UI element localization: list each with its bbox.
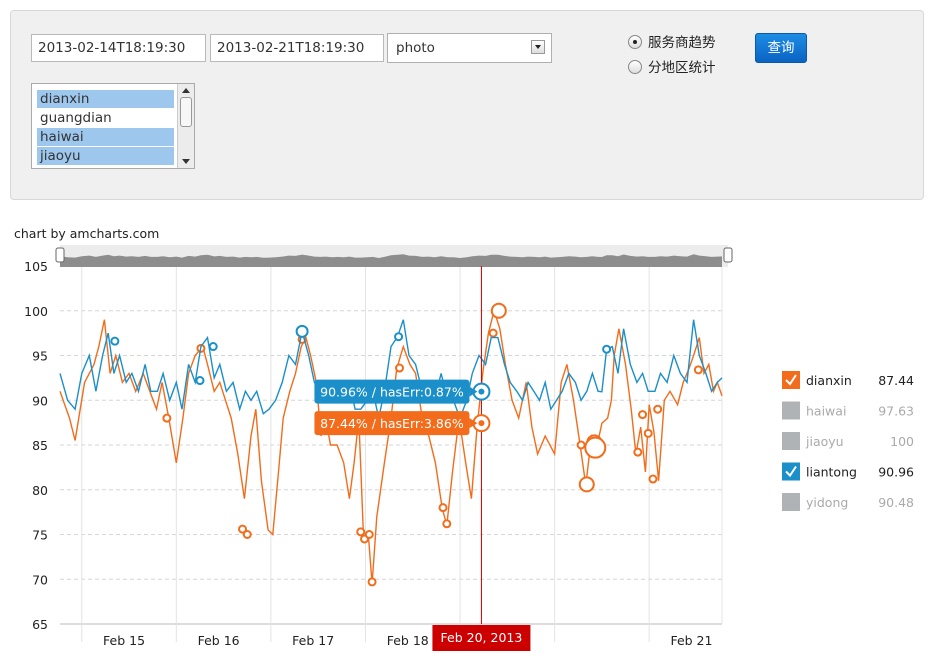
- legend-label: haiwai: [806, 404, 846, 419]
- cursor-label: Feb 20, 2013: [441, 630, 523, 645]
- data-point: [394, 332, 404, 342]
- legend-item-liantong[interactable]: liantong 90.96: [782, 462, 914, 481]
- x-axis: Feb 15Feb 16Feb 17Feb 18Feb 19Feb 21: [103, 633, 712, 648]
- chart-legend: dianxin 87.44 haiwai 97.63 jiaoyu 100 liantong…: [782, 371, 914, 511]
- data-point: [110, 336, 120, 346]
- y-tick-label: 95: [32, 349, 48, 364]
- legend-item-dianxin[interactable]: dianxin 87.44: [782, 371, 914, 389]
- data-point: [490, 302, 507, 319]
- y-tick-label: 75: [32, 528, 48, 543]
- data-point: [208, 342, 218, 352]
- chart-grid: [60, 266, 723, 642]
- legend-value: 90.96: [878, 465, 914, 480]
- x-tick-label: Feb 15: [103, 633, 145, 648]
- y-tick-label: 85: [32, 438, 48, 453]
- data-point: [643, 428, 653, 438]
- legend-label: liantong: [806, 465, 857, 480]
- legend-checkbox-icon[interactable]: [782, 432, 800, 450]
- x-tick-label: Feb 18: [387, 633, 429, 648]
- data-point: [693, 365, 703, 375]
- x-tick-label: Feb 17: [292, 633, 334, 648]
- y-tick-label: 105: [24, 259, 48, 274]
- series-line-dianxin: [59, 308, 723, 584]
- legend-label: yidong: [806, 495, 848, 510]
- y-tick-label: 70: [32, 572, 48, 587]
- legend-value: 87.44: [878, 373, 914, 388]
- data-point: [162, 413, 172, 423]
- data-point: [648, 474, 658, 484]
- data-point: [438, 503, 448, 513]
- hover-dot: [478, 420, 485, 427]
- legend-label: dianxin: [806, 373, 852, 388]
- y-tick-label: 100: [24, 304, 48, 319]
- legend-item-yidong[interactable]: yidong 90.48: [782, 493, 914, 511]
- legend-item-haiwai[interactable]: haiwai 97.63: [782, 401, 914, 420]
- data-point: [576, 440, 586, 450]
- data-point: [364, 530, 374, 539]
- data-point: [195, 376, 205, 386]
- legend-checkbox-icon[interactable]: [782, 493, 800, 511]
- x-tick-label: Feb 21: [670, 633, 712, 648]
- data-point: [295, 324, 309, 338]
- y-axis: 105 100 95 90 85 80 75 70 65: [24, 259, 48, 632]
- legend-checkbox-icon[interactable]: [782, 401, 800, 420]
- legend-item-jiaoyu[interactable]: jiaoyu 100: [782, 432, 914, 450]
- data-point: [584, 436, 607, 459]
- chart-scrollbar: [55, 245, 733, 267]
- data-point: [638, 410, 648, 420]
- hover-dot: [478, 388, 485, 395]
- data-point: [356, 527, 366, 537]
- data-point: [242, 530, 252, 539]
- data-point: [442, 519, 452, 529]
- scrollbar-grip-right[interactable]: [723, 247, 733, 263]
- data-point: [367, 577, 377, 587]
- scrollbar-grip-left[interactable]: [55, 247, 65, 263]
- data-point: [578, 476, 595, 493]
- legend-value: 97.63: [878, 404, 914, 419]
- legend-label: jiaoyu: [805, 434, 844, 449]
- legend-checkbox-checked-icon[interactable]: [782, 462, 800, 481]
- y-tick-label: 90: [32, 393, 48, 408]
- line-chart: 105 100 95 90 85 80 75 70 65 Feb 15 Feb 16 Feb 17 F…: [24, 245, 914, 651]
- x-tick-label: Feb 16: [198, 633, 240, 648]
- legend-value: 90.48: [878, 495, 914, 510]
- y-tick-label: 65: [32, 617, 48, 632]
- data-point: [395, 363, 405, 373]
- tooltip-text-dianxin: 87.44% / hasErr:3.86%: [320, 416, 464, 431]
- data-point: [633, 447, 643, 457]
- data-point: [488, 328, 498, 338]
- legend-value: 100: [890, 434, 914, 449]
- tooltip-text-liantong: 90.96% / hasErr:0.87%: [320, 385, 464, 400]
- y-tick-label: 80: [32, 483, 48, 498]
- data-point: [653, 404, 663, 414]
- data-point: [602, 344, 612, 354]
- legend-checkbox-checked-icon[interactable]: [782, 371, 800, 389]
